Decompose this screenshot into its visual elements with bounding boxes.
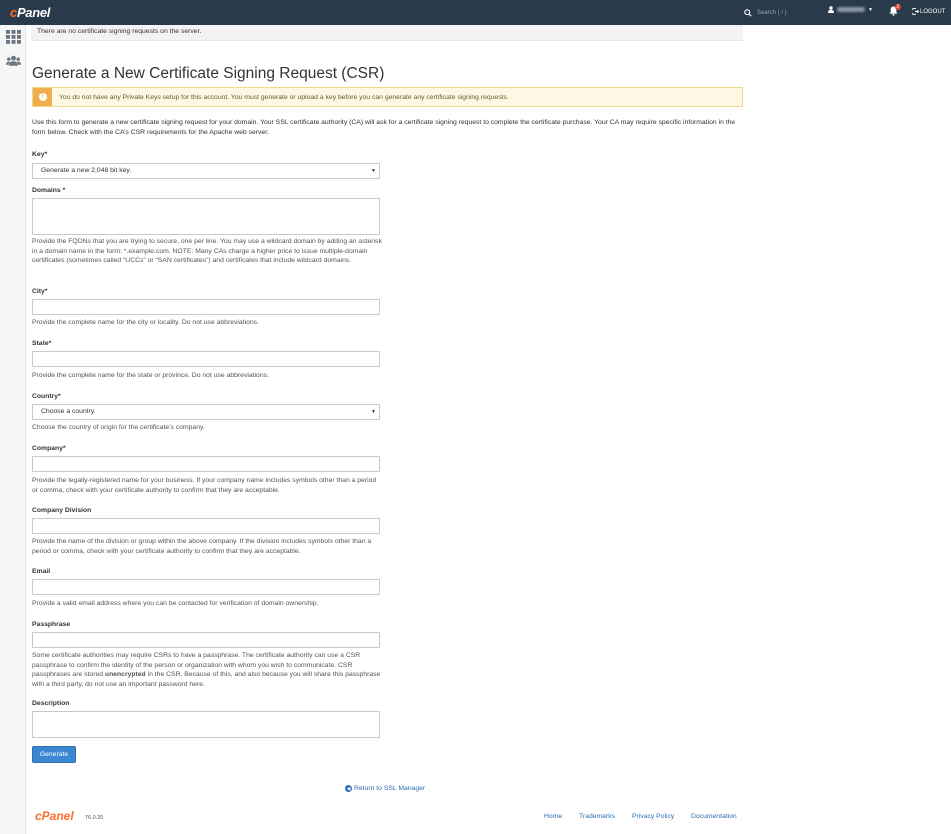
company-label: Company* [32, 445, 66, 452]
search-placeholder: Search ( / ) [757, 9, 787, 16]
email-label: Email [32, 568, 51, 575]
passphrase-help: Some certificate authorities may require… [32, 651, 382, 689]
key-select-value: Generate a new 2,048 bit key. [41, 167, 132, 174]
user-icon [828, 6, 834, 13]
select-caret-icon: ▼ [371, 409, 376, 415]
page-title: Generate a New Certificate Signing Reque… [32, 65, 385, 82]
company-division-input[interactable] [32, 518, 380, 534]
return-to-ssl-manager-link[interactable]: ◀ Return to SSL Manager [345, 785, 425, 792]
state-input[interactable] [32, 351, 380, 367]
description-label: Description [32, 700, 70, 707]
footer-link-privacy-policy[interactable]: Privacy Policy [632, 813, 674, 820]
passphrase-input[interactable] [32, 632, 380, 648]
arrow-left-circle-icon: ◀ [345, 785, 352, 792]
logout-icon [912, 8, 919, 15]
footer-link-home[interactable]: Home [544, 813, 562, 820]
return-link-label: Return to SSL Manager [354, 785, 426, 792]
domains-label: Domains * [32, 187, 66, 194]
private-key-warning: ! You do not have any Private Keys setup… [32, 87, 743, 107]
top-bar: cPanel Search ( / ) ▼ 2 LOGOUT [0, 0, 951, 25]
email-input[interactable] [32, 579, 380, 595]
warning-icon: ! [33, 88, 52, 106]
notification-count-badge: 2 [895, 4, 901, 10]
domains-textarea[interactable] [32, 198, 380, 235]
passphrase-label: Passphrase [32, 621, 71, 628]
footer-cpanel-logo[interactable]: cPanel [35, 809, 74, 823]
grid-icon[interactable] [6, 30, 21, 44]
company-division-help: Provide the name of the division or grou… [32, 538, 372, 555]
intro-text: Use this form to generate a new certific… [32, 119, 736, 136]
state-help: Provide the complete name for the state … [32, 372, 269, 379]
passphrase-help-bold: unencrypted [104, 671, 146, 678]
country-select-value: Choose a country. [41, 408, 96, 415]
search-box[interactable]: Search ( / ) [744, 5, 822, 20]
state-label: State* [32, 340, 52, 347]
city-input[interactable] [32, 299, 380, 315]
key-select[interactable]: Generate a new 2,048 bit key. ▼ [32, 163, 380, 179]
select-caret-icon: ▼ [371, 168, 376, 174]
footer-link-trademarks[interactable]: Trademarks [579, 813, 615, 820]
version-number: 76.0.20 [85, 815, 104, 821]
logout-button[interactable]: LOGOUT [912, 8, 945, 15]
left-sidebar [0, 25, 26, 834]
search-icon [744, 8, 752, 17]
generate-button[interactable]: Generate [32, 746, 76, 763]
city-help: Provide the complete name for the city o… [32, 319, 259, 326]
chevron-down-icon: ▼ [868, 6, 873, 13]
footer-link-documentation[interactable]: Documentation [691, 813, 737, 820]
city-label: City* [32, 288, 48, 295]
logout-label: LOGOUT [920, 8, 946, 15]
domains-help: Provide the FQDNs that you are trying to… [32, 238, 382, 264]
users-icon[interactable] [6, 55, 21, 67]
description-textarea[interactable] [32, 711, 380, 738]
country-help: Choose the country of origin for the cer… [32, 424, 205, 431]
csr-status-notice: There are no certificate signing request… [31, 25, 743, 41]
company-input[interactable] [32, 456, 380, 472]
private-key-warning-text: You do not have any Private Keys setup f… [59, 93, 509, 101]
notifications-button[interactable]: 2 [889, 4, 901, 18]
country-select[interactable]: Choose a country. ▼ [32, 404, 380, 420]
company-help: Provide the legally-registered name for … [32, 477, 377, 494]
user-menu[interactable]: ▼ [828, 6, 873, 13]
key-label: Key* [32, 151, 48, 158]
username-blurred [837, 7, 865, 12]
company-division-label: Company Division [32, 507, 92, 514]
country-label: Country* [32, 393, 61, 400]
email-help: Provide a valid email address where you … [32, 600, 319, 607]
cpanel-logo[interactable]: cPanel [10, 5, 50, 20]
